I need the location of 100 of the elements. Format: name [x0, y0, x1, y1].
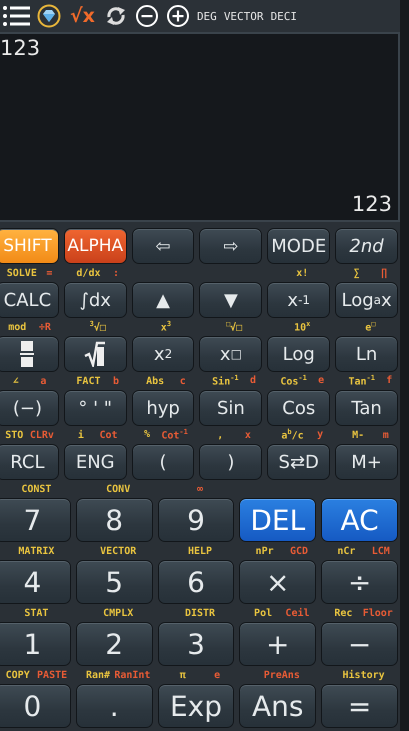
shift-function-label: CONV: [106, 484, 130, 494]
key-button[interactable]: (−): [0, 390, 59, 426]
shift-function-label: CONST: [21, 484, 52, 494]
key-button[interactable]: .: [76, 684, 153, 728]
key-button[interactable]: =: [321, 684, 398, 728]
shift-function-label: $^{□}$√□: [226, 320, 242, 334]
shift-function-label: i: [78, 430, 84, 440]
result-value: 123: [352, 192, 392, 216]
key-button[interactable]: Tan: [335, 390, 398, 426]
shift-function-label: Cos$^{-1}$: [280, 374, 307, 388]
key-button[interactable]: M+: [335, 444, 398, 480]
key-button[interactable]: ⇦: [132, 228, 194, 264]
shift-function-label: History: [342, 670, 385, 680]
shift-function-label: π: [180, 670, 186, 680]
shift-function-label: a$^{b}$/c: [281, 428, 304, 442]
key-button[interactable]: ×: [239, 560, 316, 604]
alpha-function-label: e: [214, 670, 220, 680]
key-button[interactable]: ): [199, 444, 262, 480]
alpha-function-label: PASTE: [37, 670, 68, 680]
key-button[interactable]: 0: [0, 684, 71, 728]
alpha-function-label: d: [250, 375, 256, 386]
shift-function-label: CMPLX: [103, 608, 134, 618]
key-button[interactable]: (: [132, 444, 194, 480]
key-button[interactable]: AC: [321, 498, 398, 542]
alpha-function-label: b: [113, 376, 120, 386]
alpha-function-label: y: [317, 429, 324, 440]
key-button[interactable]: 6: [158, 560, 234, 604]
shift-function-label: %: [144, 429, 150, 440]
shift-function-label: M-: [352, 430, 364, 440]
alpha-function-label: LCM: [372, 546, 390, 556]
alpha-function-label: CLRv: [30, 430, 54, 440]
key-button[interactable]: Ans: [239, 684, 316, 728]
shift-function-label: Tan$^{-1}$: [348, 374, 375, 388]
alpha-function-label: Cot$^{-1}$: [161, 428, 188, 442]
key-button[interactable]: 2nd: [335, 228, 398, 264]
key-button[interactable]: −: [321, 622, 398, 666]
mode-indicator: VECTOR: [224, 10, 264, 22]
shift-function-label: x$^{3}$: [160, 320, 172, 334]
alpha-function-label: m: [382, 430, 389, 440]
shift-function-label: Abs: [146, 376, 164, 386]
alpha-function-label: =: [46, 268, 52, 278]
key-button[interactable]: hyp: [132, 390, 194, 426]
menu-icon[interactable]: [2, 5, 30, 27]
shift-function-label: mod: [8, 322, 26, 332]
shift-function-label: DISTR: [184, 608, 216, 618]
key-button[interactable]: ENG: [64, 444, 127, 480]
shift-function-label: STAT: [24, 608, 48, 618]
gem-icon[interactable]: [37, 4, 61, 28]
alpha-function-label: Cot: [99, 430, 118, 440]
shift-function-label: d/dx: [76, 268, 100, 278]
minus-circle-icon[interactable]: [134, 4, 159, 28]
key-button[interactable]: 8: [76, 498, 153, 542]
fraction-key[interactable]: [0, 336, 59, 372]
plus-circle-icon[interactable]: [166, 4, 190, 28]
alpha-function-label: PreAns: [264, 670, 300, 680]
key-button[interactable]: S⇄D: [267, 444, 330, 480]
alpha-function-label: RanInt: [114, 670, 150, 680]
shift-function-label: nPr: [256, 546, 274, 556]
key-button[interactable]: ⇨: [199, 228, 262, 264]
alpha-function-label: :: [113, 268, 120, 278]
key-button[interactable]: 2: [76, 622, 153, 666]
key-button[interactable]: x$^{2}$: [132, 336, 194, 372]
key-button[interactable]: 1: [0, 622, 71, 666]
key-button[interactable]: ÷: [321, 560, 398, 604]
key-button[interactable]: Log: [267, 336, 330, 372]
shift-function-label: Rec: [334, 608, 352, 618]
key-button[interactable]: ∫dx: [64, 282, 127, 318]
square-root-icon: [84, 341, 106, 367]
key-button[interactable]: x$^{-1}$: [267, 282, 330, 318]
key-button[interactable]: RCL: [0, 444, 59, 480]
alpha-function-label: e: [318, 375, 324, 386]
key-button[interactable]: ▲: [132, 282, 194, 318]
shift-function-label: COPY: [6, 670, 30, 680]
key-button[interactable]: 7: [0, 498, 71, 542]
key-button[interactable]: DEL: [239, 498, 316, 542]
key-button[interactable]: Sin: [199, 390, 262, 426]
key-button[interactable]: Exp: [158, 684, 234, 728]
key-button[interactable]: MODE: [267, 228, 330, 264]
mode-indicator: DEG: [196, 10, 217, 22]
key-button[interactable]: 5: [76, 560, 153, 604]
key-button[interactable]: 9: [158, 498, 234, 542]
shift-function-label: FACT: [76, 376, 100, 386]
key-button[interactable]: ° ' ": [64, 390, 127, 426]
shift-function-label: STO: [5, 430, 24, 440]
shift-function-label: e$^{□}$: [365, 320, 376, 334]
key-button[interactable]: 4: [0, 560, 71, 604]
square-root-key[interactable]: [64, 336, 127, 372]
shift-function-label: HELP: [188, 546, 212, 556]
key-button[interactable]: ▼: [199, 282, 262, 318]
shift-function-label: Ran#: [86, 670, 110, 680]
key-button[interactable]: x$^{□}$: [199, 336, 262, 372]
key-button[interactable]: Ln: [335, 336, 398, 372]
shift-function-label: $^{3}$√□: [90, 320, 106, 334]
key-button[interactable]: CALC: [0, 282, 59, 318]
key-button[interactable]: Cos: [267, 390, 330, 426]
key-button[interactable]: ALPHA: [64, 228, 127, 264]
key-button[interactable]: +: [239, 622, 316, 666]
alpha-function-label: ÷R: [38, 322, 51, 332]
key-button[interactable]: 3: [158, 622, 234, 666]
square-root-button[interactable]: √x: [70, 5, 95, 27]
